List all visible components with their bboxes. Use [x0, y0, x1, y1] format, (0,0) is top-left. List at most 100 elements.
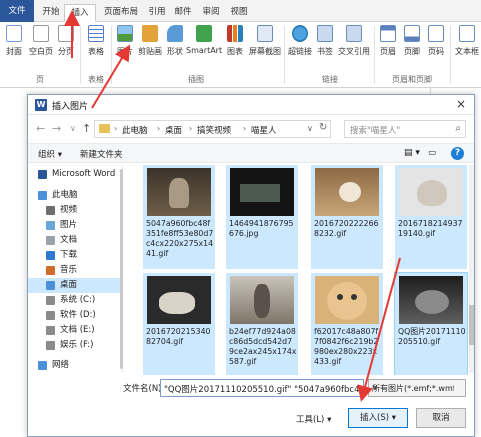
organize-button[interactable]: 组织 ▾: [38, 148, 62, 160]
button-row: 工具(L) ▾ 插入(S) ▾ 取消: [28, 406, 474, 432]
sidebar-item-drive-d[interactable]: 软件 (D:): [28, 308, 120, 323]
chart-icon: [227, 25, 243, 42]
breadcrumb[interactable]: › 此电脑 › 桌面 › 搞笑视频 › 喵星人 ∨ ↻: [94, 120, 331, 138]
clip-art-button[interactable]: 剪贴画: [137, 25, 163, 69]
sidebar-item-drive-e[interactable]: 文档 (E:): [28, 323, 120, 338]
tab-file[interactable]: 文件: [0, 0, 34, 22]
tab-home[interactable]: 开始: [40, 4, 62, 22]
file-thumbnail: [315, 276, 379, 324]
breadcrumb-desktop[interactable]: 桌面: [165, 124, 182, 136]
view-options-icon[interactable]: ▤ ▾: [404, 148, 420, 158]
bookmark-button[interactable]: 书签: [314, 25, 336, 69]
footer-button[interactable]: 页脚: [401, 25, 423, 69]
blank-page-button[interactable]: 空白页: [28, 25, 54, 69]
tab-review[interactable]: 审阅: [200, 4, 222, 22]
preview-pane-icon[interactable]: ▭: [428, 148, 436, 158]
ribbon-insert: 封面 空白页 分页 表格 图片 剪贴画 形状 SmartArt 图表 屏幕截图 …: [0, 22, 481, 88]
back-arrow-icon[interactable]: ←: [36, 122, 45, 135]
recent-dropdown-icon[interactable]: ∨: [70, 124, 76, 133]
tab-view[interactable]: 视图: [228, 4, 250, 22]
sidebar-item-videos[interactable]: 视频: [28, 203, 120, 218]
ribbon-separator: [374, 26, 375, 84]
sidebar-item-desktop[interactable]: 桌面: [28, 278, 120, 293]
filename-field[interactable]: "QQ图片20171110205510.gif" "5047a960fbc48: [160, 379, 364, 397]
up-arrow-icon[interactable]: ↑: [82, 122, 91, 135]
file-grid: 5047a960fbc48f351fe8ff53e80d7c4cx220x275…: [125, 165, 474, 375]
bookmark-icon: [317, 25, 333, 42]
sidebar-item-pictures[interactable]: 图片: [28, 218, 120, 233]
insert-button[interactable]: 插入(S) ▾: [348, 408, 408, 428]
breadcrumb-funny-videos[interactable]: 搞笑视频: [197, 124, 231, 136]
forward-arrow-icon[interactable]: →: [52, 122, 61, 135]
breadcrumb-separator: ›: [157, 124, 161, 133]
sidebar-item-downloads[interactable]: 下载: [28, 248, 120, 263]
smartart-button[interactable]: SmartArt: [186, 25, 222, 69]
tab-page-layout[interactable]: 页面布局: [100, 4, 142, 22]
new-folder-button[interactable]: 新建文件夹: [80, 148, 123, 160]
scrollbar-thumb[interactable]: [469, 305, 474, 345]
tab-mailings[interactable]: 邮件: [172, 4, 194, 22]
breadcrumb-this-pc[interactable]: 此电脑: [122, 124, 148, 136]
sidebar-item-this-pc[interactable]: 此电脑: [28, 188, 120, 203]
desktop-icon: [46, 281, 55, 290]
file-item[interactable]: b24ef77d924a08c86d5dcd542d79ce2ax245x174…: [226, 273, 298, 375]
file-item-selected[interactable]: QQ图片20171110205510.gif: [394, 272, 468, 375]
file-scrollbar[interactable]: [469, 165, 474, 373]
help-icon[interactable]: ?: [451, 147, 464, 160]
file-item[interactable]: 5047a960fbc48f351fe8ff53e80d7c4cx220x275…: [143, 165, 215, 269]
file-item[interactable]: 20167202222668232.gif: [311, 165, 383, 269]
breadcrumb-separator: ›: [243, 124, 247, 133]
search-placeholder: 搜索"喵星人": [350, 126, 401, 136]
address-row: ← → ∨ ↑ › 此电脑 › 桌面 › 搞笑视频 › 喵星人 ∨ ↻ 搜索"喵…: [28, 117, 474, 141]
sidebar-item-drive-f[interactable]: 娱乐 (F:): [28, 338, 120, 353]
sidebar-item-network[interactable]: 网络: [28, 358, 120, 373]
text-box-button[interactable]: 文本框: [453, 25, 481, 69]
breadcrumb-cats[interactable]: 喵星人: [251, 124, 277, 136]
page-break-icon: [58, 25, 74, 42]
navigation-scrollbar[interactable]: [120, 169, 123, 369]
file-item[interactable]: 201671821493719140.gif: [395, 165, 467, 269]
download-icon: [46, 251, 55, 260]
file-type-select[interactable]: 所有图片(*.emf;*.wmf;*.jpg;*.jp∨: [368, 379, 466, 397]
cover-page-button[interactable]: 封面: [2, 25, 26, 69]
refresh-icon[interactable]: ↻: [319, 122, 327, 133]
file-thumbnail: [230, 168, 294, 216]
sidebar-item-microsoft-word[interactable]: Microsoft Word: [28, 167, 120, 182]
sidebar-item-drive-c[interactable]: 系统 (C:): [28, 293, 120, 308]
picture-icon: [117, 25, 133, 42]
page-break-button[interactable]: 分页: [55, 25, 77, 69]
tools-dropdown[interactable]: 工具(L) ▾: [296, 413, 331, 425]
cancel-button[interactable]: 取消: [416, 408, 466, 428]
insert-picture-dialog: W 插入图片 × ← → ∨ ↑ › 此电脑 › 桌面 › 搞笑视频 › 喵星人…: [27, 94, 475, 437]
cross-reference-button[interactable]: 交叉引用: [337, 25, 371, 69]
text-box-icon: [459, 25, 475, 42]
music-icon: [46, 266, 55, 275]
dialog-title: 插入图片: [52, 102, 89, 112]
file-thumbnail: [147, 276, 211, 324]
address-dropdown-icon[interactable]: ∨: [307, 124, 313, 133]
smartart-icon: [196, 25, 212, 42]
pictures-folder-icon: [46, 221, 55, 230]
sidebar-item-music[interactable]: 音乐: [28, 263, 120, 278]
search-icon[interactable]: ⌕: [455, 123, 461, 134]
dialog-titlebar: W 插入图片 ×: [28, 95, 474, 115]
screenshot-button[interactable]: 屏幕截图: [248, 25, 282, 69]
sidebar-item-documents[interactable]: 文档: [28, 233, 120, 248]
page-number-button[interactable]: 页码: [425, 25, 447, 69]
search-input[interactable]: 搜索"喵星人" ⌕: [344, 120, 466, 138]
file-item[interactable]: f62017c48a807f7f0842f6c219b2980ex280x223…: [311, 273, 383, 375]
shapes-button[interactable]: 形状: [164, 25, 186, 69]
close-icon[interactable]: ×: [456, 97, 466, 111]
ribbon-separator: [450, 26, 451, 84]
cross-reference-icon: [346, 25, 362, 42]
picture-button[interactable]: 图片: [114, 25, 136, 69]
hyperlink-button[interactable]: 超链接: [287, 25, 313, 69]
chart-button[interactable]: 图表: [224, 25, 246, 69]
file-name: 20167202222668232.gif: [314, 219, 379, 238]
table-button[interactable]: 表格: [84, 25, 108, 69]
tab-insert[interactable]: 插入: [64, 4, 96, 22]
tab-references[interactable]: 引用: [146, 4, 168, 22]
file-item[interactable]: 201672021534082704.gif: [143, 273, 215, 375]
header-button[interactable]: 页眉: [377, 25, 399, 69]
file-item[interactable]: 1464941876795676.jpg: [226, 165, 298, 269]
